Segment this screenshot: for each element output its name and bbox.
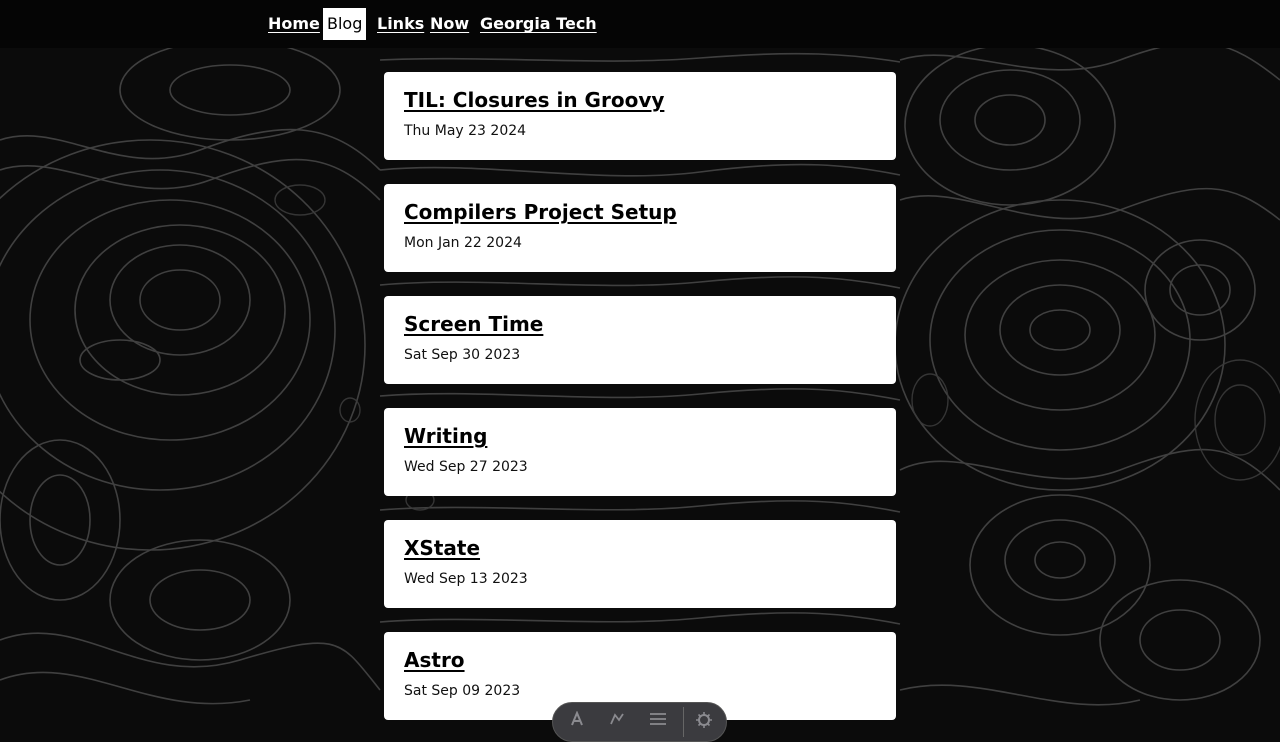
post-date: Sat Sep 09 2023 <box>404 683 521 699</box>
post-title-link[interactable]: Screen Time <box>404 312 543 336</box>
nav-link-blog[interactable]: Blog <box>323 8 367 40</box>
nav-link-links[interactable]: Links <box>377 8 424 40</box>
post-date: Wed Sep 13 2023 <box>404 571 528 587</box>
post-title-link[interactable]: Writing <box>404 424 487 448</box>
dev-toolbar <box>552 702 727 742</box>
post-date: Wed Sep 27 2023 <box>404 459 528 475</box>
post-title-link[interactable]: TIL: Closures in Groovy <box>404 88 664 112</box>
post-title-link[interactable]: Compilers Project Setup <box>404 200 677 224</box>
top-nav: Home Blog Links Now Georgia Tech <box>0 0 1280 48</box>
nav-link-georgia-tech[interactable]: Georgia Tech <box>480 8 597 40</box>
inspect-icon[interactable] <box>569 710 585 731</box>
nav-link-now[interactable]: Now <box>430 8 469 40</box>
settings-icon[interactable] <box>695 711 713 733</box>
post-title-link[interactable]: XState <box>404 536 480 560</box>
post-card[interactable]: Screen Time Sat Sep 30 2023 <box>384 296 896 384</box>
post-date: Sat Sep 30 2023 <box>404 347 521 363</box>
menu-icon[interactable] <box>649 711 667 731</box>
post-date: Thu May 23 2024 <box>404 123 527 139</box>
nav-link-home[interactable]: Home <box>268 8 320 40</box>
post-card[interactable]: Writing Wed Sep 27 2023 <box>384 408 896 496</box>
post-title-link[interactable]: Astro <box>404 648 465 672</box>
post-card[interactable]: XState Wed Sep 13 2023 <box>384 520 896 608</box>
audit-icon[interactable] <box>609 711 625 731</box>
post-card[interactable]: Compilers Project Setup Mon Jan 22 2024 <box>384 184 896 272</box>
post-card[interactable]: TIL: Closures in Groovy Thu May 23 2024 <box>384 72 896 160</box>
toolbar-divider <box>683 707 684 737</box>
post-date: Mon Jan 22 2024 <box>404 235 522 251</box>
